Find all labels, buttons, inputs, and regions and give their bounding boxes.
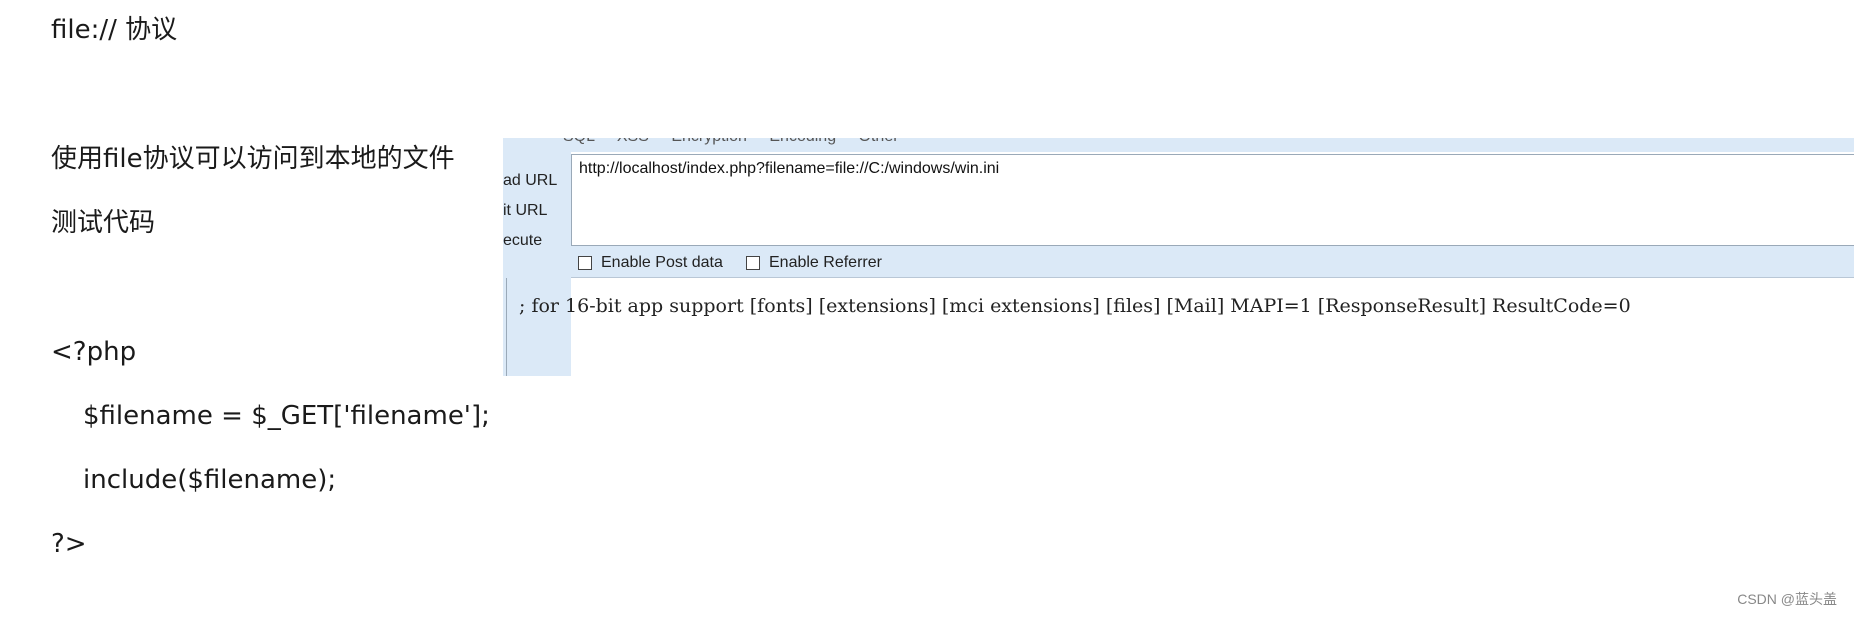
enable-post-data-checkbox[interactable] [578, 256, 592, 270]
code-line-php-open: <?php [51, 337, 137, 367]
enable-referrer-option[interactable]: Enable Referrer [746, 254, 882, 272]
page-output-text: ; for 16-bit app support [fonts] [extens… [519, 295, 1631, 317]
code-line-include: include($filename); [83, 465, 337, 495]
enable-referrer-label: Enable Referrer [769, 254, 882, 271]
hackbar-menu-items[interactable]: SQL XSS Encryption Encoding Other [563, 138, 899, 146]
execute-button[interactable]: ecute [503, 232, 542, 250]
load-url-button[interactable]: ad URL [503, 172, 557, 190]
url-textarea[interactable]: http://localhost/index.php?filename=file… [571, 154, 1854, 246]
output-divider [506, 278, 507, 376]
hackbar-menu-bar: SQL XSS Encryption Encoding Other [503, 138, 1854, 152]
enable-post-data-option[interactable]: Enable Post data [578, 254, 723, 272]
split-url-button[interactable]: it URL [503, 202, 547, 220]
hackbar-screenshot: SQL XSS Encryption Encoding Other ad URL… [503, 138, 1854, 376]
hackbar-side-panel: ad URL it URL ecute [503, 152, 571, 376]
test-code-label: 测试代码 [51, 208, 156, 238]
slide-title: file:// 协议 [51, 15, 178, 45]
description-text: 使用file协议可以访问到本地的文件 [51, 144, 455, 174]
code-line-filename: $filename = $_GET['filename']; [83, 401, 490, 431]
url-value[interactable]: http://localhost/index.php?filename=file… [579, 160, 999, 178]
code-line-php-close: ?> [51, 529, 87, 559]
hackbar-options-bar: Enable Post data Enable Referrer [571, 246, 1854, 278]
enable-referrer-checkbox[interactable] [746, 256, 760, 270]
watermark: CSDN @蓝头盖 [1737, 591, 1837, 607]
enable-post-data-label: Enable Post data [601, 254, 723, 271]
